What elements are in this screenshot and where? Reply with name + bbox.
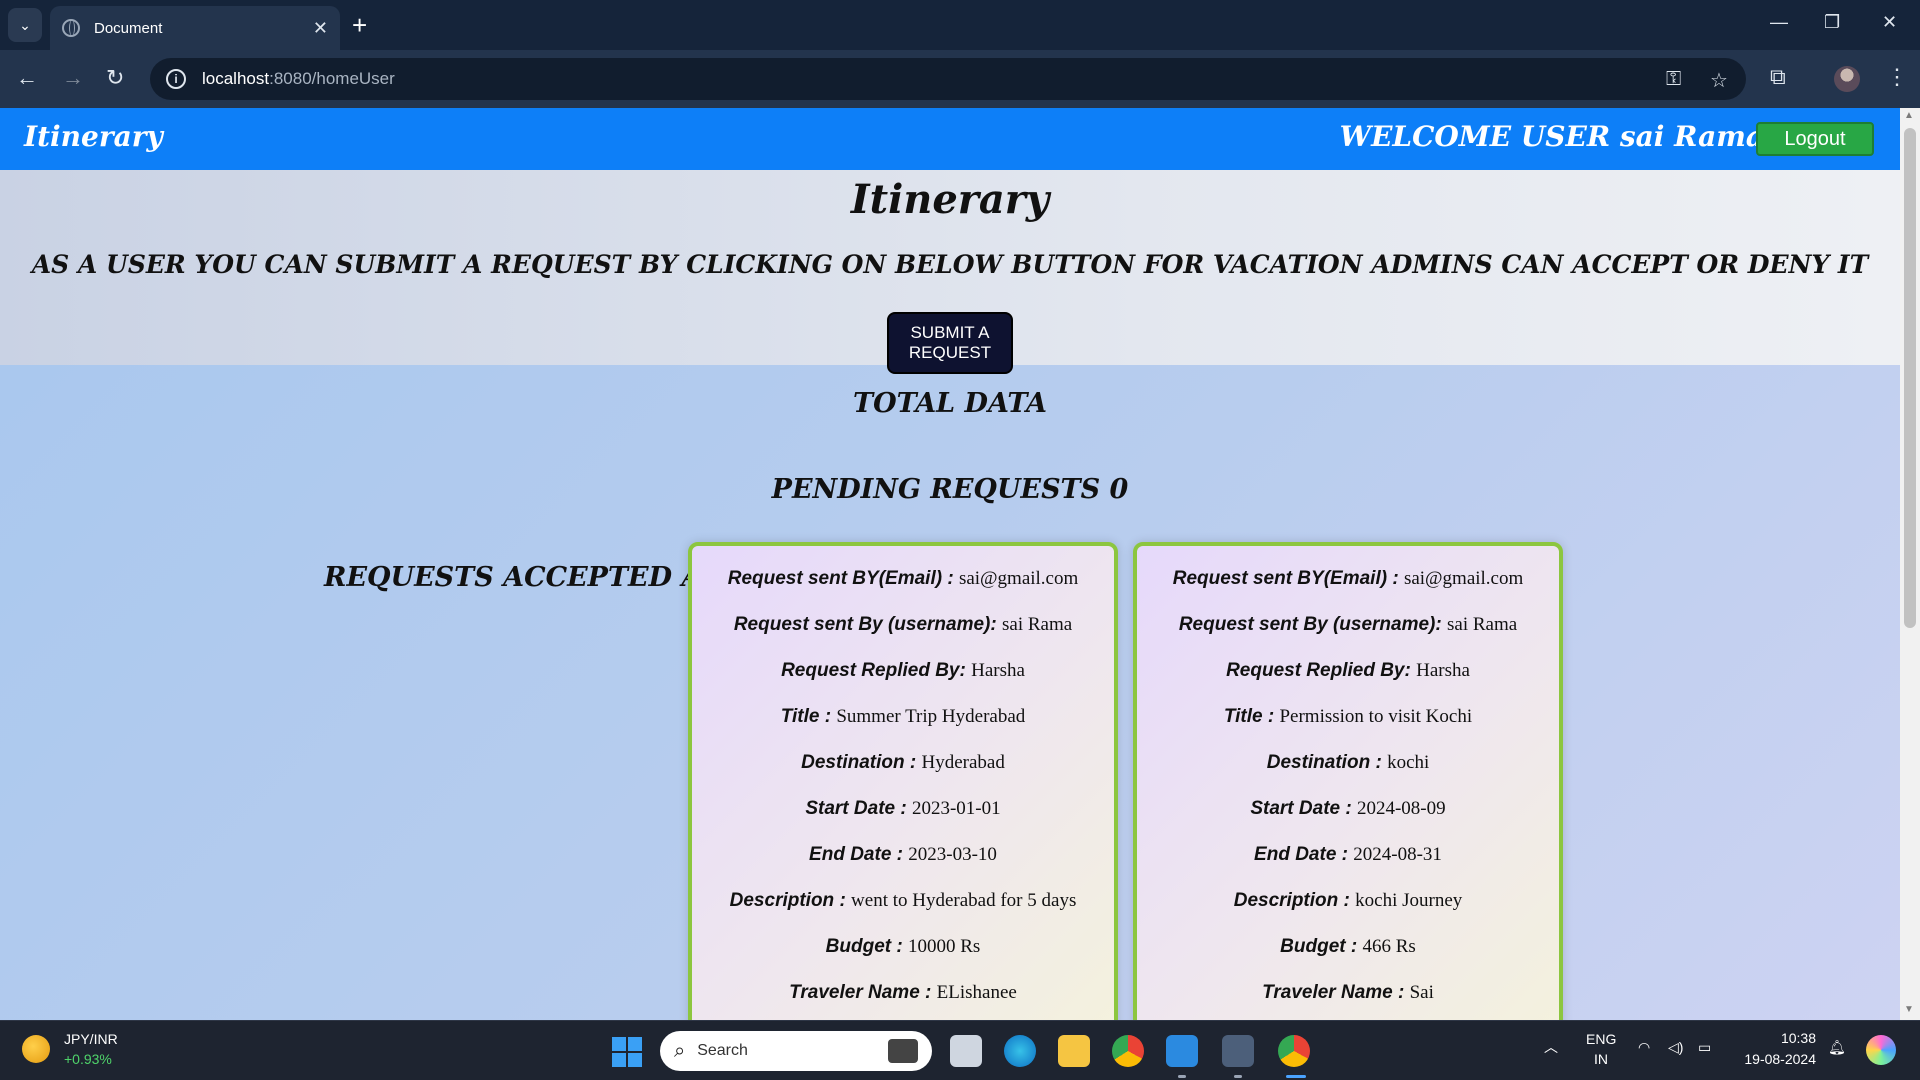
card-row-replied: Request Replied By: Harsha [1226, 660, 1470, 681]
menu-dots-icon[interactable]: ⋮ [1886, 64, 1908, 90]
reload-icon[interactable]: ↻ [106, 66, 124, 90]
currency-widget-icon[interactable] [22, 1035, 50, 1063]
card-row-traveler: Traveler Name : Sai [1262, 982, 1434, 1003]
eclipse-ide-icon[interactable] [1222, 1035, 1254, 1067]
chrome-profile-icon[interactable] [1278, 1035, 1310, 1067]
task-view-icon[interactable] [950, 1035, 982, 1067]
copilot-icon[interactable] [1866, 1035, 1896, 1065]
clock-time[interactable]: 10:38 [1752, 1030, 1816, 1046]
card-row-description: Description : went to Hyderabad for 5 da… [729, 890, 1077, 911]
close-tab-icon[interactable]: ✕ [313, 18, 328, 39]
submit-request-button[interactable]: SUBMIT A REQUEST [887, 312, 1013, 374]
navbar-brand[interactable]: Itinerary [24, 120, 163, 153]
url-host: localhost [202, 69, 270, 88]
password-key-icon[interactable]: ⚿ [1666, 68, 1681, 91]
taskbar-search-box[interactable]: ⌕ Search [660, 1031, 932, 1071]
wifi-icon[interactable]: ◠ [1638, 1039, 1650, 1056]
edge-browser-icon[interactable] [1004, 1035, 1036, 1067]
file-explorer-icon[interactable] [1058, 1035, 1090, 1067]
card-row-title: Title : Permission to visit Kochi [1223, 706, 1473, 727]
globe-icon [62, 19, 80, 37]
battery-icon[interactable]: ▭ [1698, 1039, 1711, 1056]
welcome-text: WELCOME USER sai Rama [1339, 120, 1764, 153]
windows-taskbar: JPY/INR +0.93% ⌕ Search ︿ ENG IN ◠ ◁) ▭ … [0, 1020, 1920, 1080]
language-code[interactable]: ENG [1586, 1031, 1616, 1047]
browser-toolbar: ← → ↻ i localhost:8080/homeUser ⚿ ☆ ⧉ ⋮ [0, 50, 1920, 108]
scroll-up-arrow-icon[interactable]: ▲ [1904, 110, 1914, 121]
pending-requests-heading: PENDING REQUESTS 0 [771, 474, 1129, 505]
notification-bell-icon[interactable]: 🔔︎ [1828, 1039, 1846, 1056]
windows-start-icon[interactable] [612, 1037, 642, 1067]
card-row-traveler: Traveler Name : ELishanee [789, 982, 1017, 1003]
logout-button[interactable]: Logout [1756, 122, 1874, 156]
tab-title: Document [94, 19, 163, 37]
card-row-replied: Request Replied By: Harsha [781, 660, 1025, 681]
page-viewport: Itinerary WELCOME USER sai Rama Logout I… [0, 108, 1900, 1020]
page-title: Itinerary [850, 176, 1050, 223]
tray-overflow-chevron-icon[interactable]: ︿ [1544, 1037, 1558, 1057]
search-placeholder: Search [697, 1042, 748, 1059]
page-subtitle: AS A USER YOU CAN SUBMIT A REQUEST BY CL… [31, 250, 1869, 279]
chrome-active-indicator [1286, 1075, 1306, 1078]
tab-search-chevron-icon[interactable]: ⌄ [8, 8, 42, 42]
accepted-request-card: Request sent BY(Email) : sai@gmail.com R… [688, 542, 1118, 1020]
back-arrow-icon[interactable]: ← [16, 66, 38, 90]
card-row-username: Request sent By (username): sai Rama [733, 614, 1073, 635]
window-close-icon[interactable]: ✕ [1882, 12, 1897, 33]
search-icon: ⌕ [674, 1039, 686, 1062]
card-row-budget: Budget : 466 Rs [1280, 936, 1416, 957]
scrollbar-thumb[interactable] [1904, 128, 1916, 628]
page-scrollbar[interactable]: ▲ ▼ [1900, 108, 1920, 1020]
site-info-icon[interactable]: i [166, 69, 186, 89]
widget-currency-change: +0.93% [64, 1051, 112, 1067]
accepted-request-card: Request sent BY(Email) : sai@gmail.com R… [1133, 542, 1563, 1020]
card-row-end-date: End Date : 2023-03-10 [809, 844, 997, 865]
card-row-title: Title : Summer Trip Hyderabad [780, 706, 1026, 727]
vscode-running-indicator [1178, 1075, 1186, 1078]
new-tab-button[interactable]: + [352, 10, 367, 40]
card-row-start-date: Start Date : 2024-08-09 [1250, 798, 1446, 819]
card-row-budget: Budget : 10000 Rs [825, 936, 981, 957]
clock-date[interactable]: 19-08-2024 [1736, 1051, 1816, 1067]
volume-icon[interactable]: ◁) [1668, 1039, 1683, 1056]
restore-icon[interactable]: ❐ [1824, 12, 1840, 33]
chrome-icon[interactable] [1112, 1035, 1144, 1067]
bookmark-star-icon[interactable]: ☆ [1710, 68, 1728, 93]
submit-request-line1: SUBMIT A [910, 323, 990, 342]
card-row-destination: Destination : kochi [1266, 752, 1430, 773]
address-bar[interactable]: i localhost:8080/homeUser ⚿ ☆ [150, 58, 1746, 100]
url-path: :8080/homeUser [269, 69, 395, 88]
card-row-description: Description : kochi Journey [1233, 890, 1463, 911]
card-row-start-date: Start Date : 2023-01-01 [805, 798, 1001, 819]
camera-icon [888, 1039, 918, 1063]
browser-tab-strip: ⌄ Document ✕ + — ❐ ✕ [0, 0, 1920, 50]
vscode-icon[interactable] [1166, 1035, 1198, 1067]
browser-tab-document[interactable]: Document ✕ [50, 6, 340, 50]
card-row-email: Request sent BY(Email) : sai@gmail.com [727, 568, 1079, 589]
hero-section: Itinerary AS A USER YOU CAN SUBMIT A REQ… [0, 170, 1900, 374]
card-row-username: Request sent By (username): sai Rama [1178, 614, 1518, 635]
card-row-destination: Destination : Hyderabad [801, 752, 1005, 773]
eclipse-running-indicator [1234, 1075, 1242, 1078]
app-navbar: Itinerary WELCOME USER sai Rama Logout [0, 108, 1900, 170]
extensions-icon[interactable]: ⧉ [1770, 64, 1786, 90]
card-row-email: Request sent BY(Email) : sai@gmail.com [1172, 568, 1524, 589]
total-data-heading: TOTAL DATA [852, 388, 1047, 419]
profile-avatar[interactable] [1834, 66, 1860, 92]
scroll-down-arrow-icon[interactable]: ▼ [1904, 1004, 1914, 1015]
minimize-icon[interactable]: — [1770, 12, 1788, 33]
language-region: IN [1594, 1051, 1608, 1067]
submit-request-line2: REQUEST [908, 343, 992, 362]
card-row-end-date: End Date : 2024-08-31 [1254, 844, 1442, 865]
forward-arrow-icon[interactable]: → [62, 66, 84, 90]
widget-currency-pair[interactable]: JPY/INR [64, 1031, 118, 1047]
